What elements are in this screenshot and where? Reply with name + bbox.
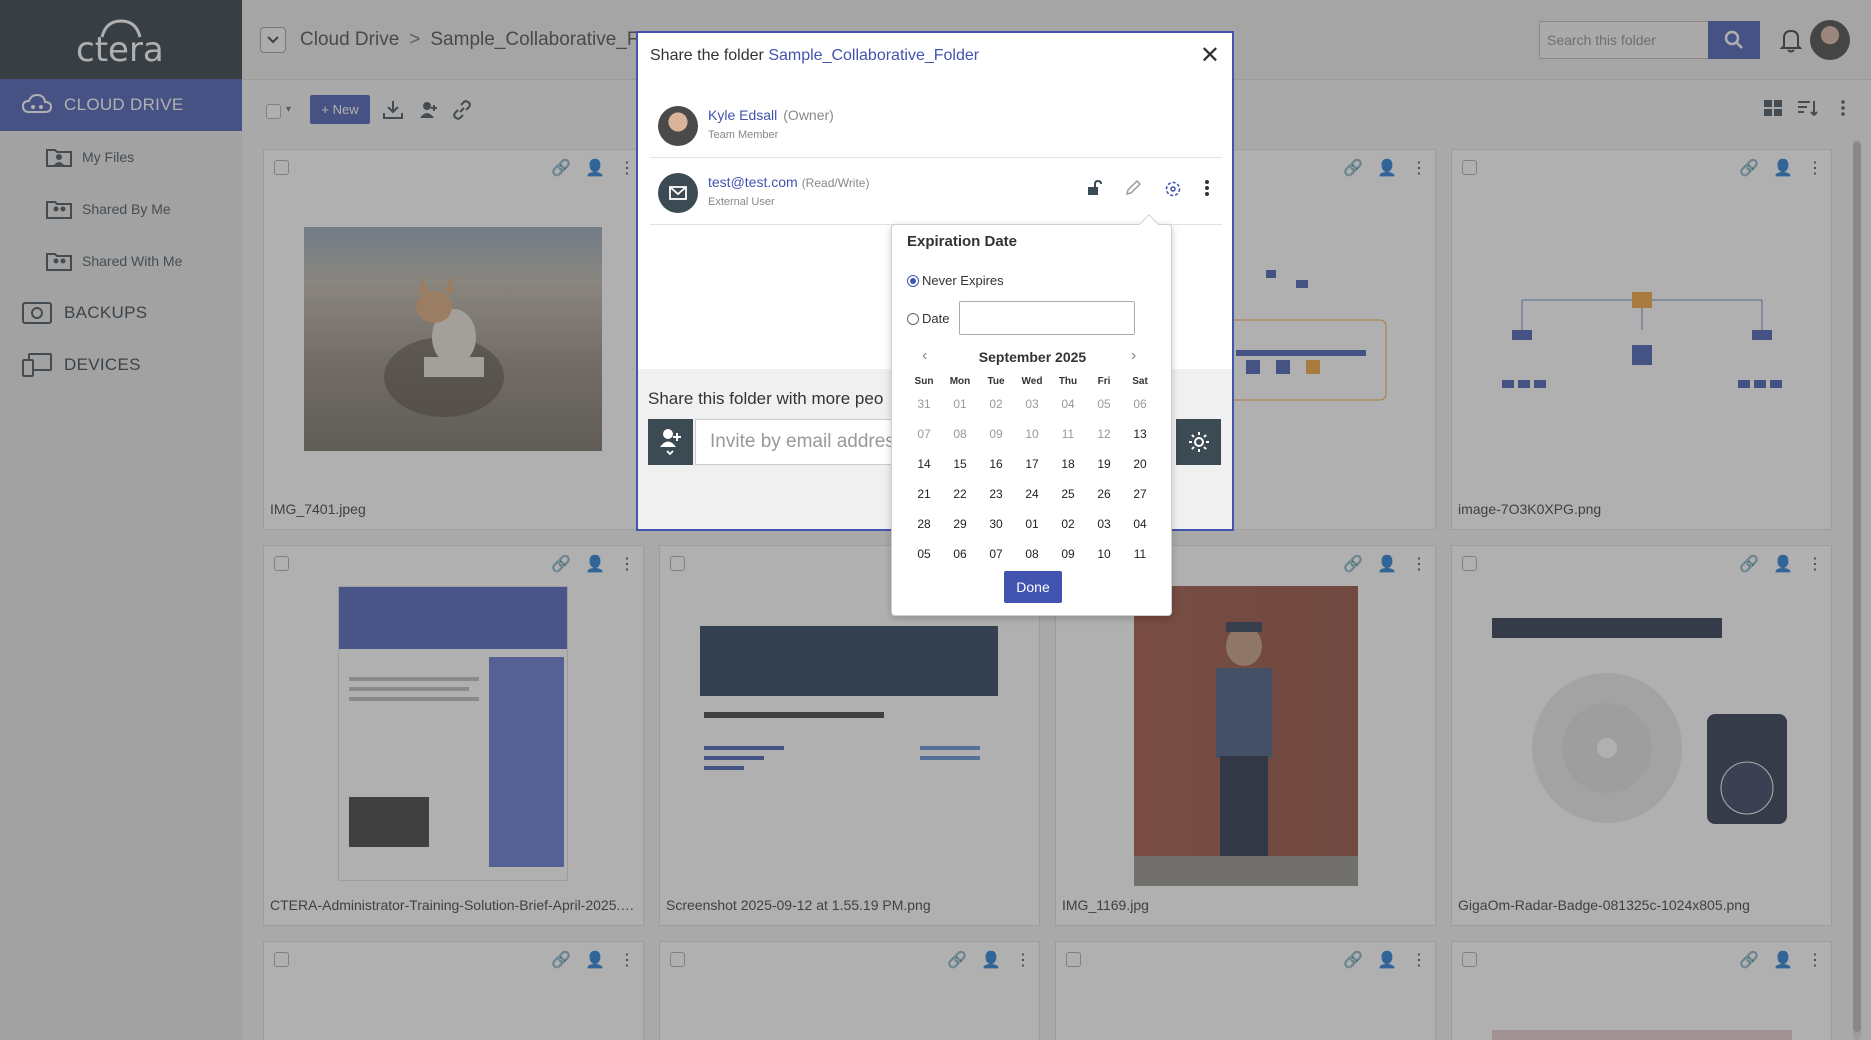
calendar-day[interactable]: 02 — [1050, 517, 1086, 531]
close-icon[interactable]: ✕ — [1200, 44, 1220, 68]
date-label: Date — [922, 311, 950, 326]
week-row: 21 22 23 24 25 26 27 — [906, 479, 1158, 509]
weekday-row: Sun Mon Tue Wed Thu Fri Sat — [906, 373, 1158, 389]
calendar-day[interactable]: 06 — [942, 547, 978, 561]
expiration-date-popover: Expiration Date Never Expires Date ‹ Sep… — [891, 214, 1173, 616]
weekday: Sat — [1132, 375, 1148, 387]
weekday: Tue — [987, 375, 1005, 387]
calendar-header: ‹ September 2025 › — [892, 347, 1173, 367]
weekday: Mon — [949, 375, 971, 387]
share-more-title: Share this folder with more peo — [648, 389, 884, 408]
member-row-owner: Kyle Edsall (Owner) Team Member — [650, 92, 1222, 158]
calendar-day[interactable]: 03 — [1086, 517, 1122, 531]
date-input[interactable] — [959, 301, 1135, 335]
calendar-day[interactable]: 08 — [1014, 547, 1050, 561]
calendar-day[interactable]: 07 — [978, 547, 1014, 561]
weekday: Wed — [1021, 375, 1043, 387]
week-row: 05 06 07 08 09 10 11 — [906, 539, 1158, 569]
calendar-day[interactable]: 18 — [1050, 457, 1086, 471]
week-row: 14 15 16 17 18 19 20 — [906, 449, 1158, 479]
calendar-day[interactable]: 24 — [1014, 487, 1050, 501]
calendar-day: 04 — [1061, 397, 1075, 411]
next-month-button[interactable]: › — [1131, 347, 1136, 365]
edit-pencil-icon[interactable] — [1124, 179, 1142, 202]
email-avatar — [658, 173, 698, 213]
weekday: Fri — [1097, 375, 1111, 387]
popover-title: Expiration Date — [907, 233, 1018, 250]
never-expires-radio[interactable] — [907, 274, 919, 287]
invite-placeholder: Invite by email address — [710, 431, 905, 452]
calendar-day[interactable]: 09 — [1050, 547, 1086, 561]
dialog-title-prefix: Share the folder — [650, 47, 764, 64]
calendar-day[interactable]: 19 — [1086, 457, 1122, 471]
calendar-day: 31 — [917, 397, 931, 411]
calendar-day[interactable]: 16 — [978, 457, 1014, 471]
member-actions — [1086, 179, 1210, 202]
add-user-icon — [659, 429, 681, 456]
calendar-day[interactable]: 13 — [1122, 427, 1158, 441]
calendar-day[interactable]: 23 — [978, 487, 1014, 501]
calendar-day: 12 — [1097, 427, 1111, 441]
never-expires-option[interactable]: Never Expires — [907, 273, 1004, 288]
calendar-day: 09 — [989, 427, 1003, 441]
lock-icon[interactable] — [1086, 179, 1102, 201]
calendar-day[interactable]: 26 — [1086, 487, 1122, 501]
invite-settings-button[interactable] — [1176, 419, 1221, 465]
mail-icon — [669, 186, 687, 200]
gear-icon — [1188, 432, 1209, 452]
calendar-day[interactable]: 15 — [942, 457, 978, 471]
done-button[interactable]: Done — [1004, 571, 1062, 603]
calendar-day: 10 — [1025, 427, 1039, 441]
invite-type-button[interactable] — [648, 419, 693, 465]
member-role: External User — [708, 196, 775, 208]
calendar-day: 03 — [1025, 397, 1039, 411]
calendar-day: 07 — [917, 427, 931, 441]
calendar-day[interactable]: 01 — [1014, 517, 1050, 531]
week-row: 31 01 02 03 04 05 06 — [906, 389, 1158, 419]
week-row: 28 29 30 01 02 03 04 — [906, 509, 1158, 539]
calendar-day[interactable]: 27 — [1122, 487, 1158, 501]
calendar-day: 05 — [1097, 397, 1111, 411]
never-expires-label: Never Expires — [922, 273, 1004, 288]
calendar-day[interactable]: 17 — [1014, 457, 1050, 471]
member-role: Team Member — [708, 129, 779, 141]
dialog-title: Share the folder Sample_Collaborative_Fo… — [650, 47, 979, 65]
timer-icon[interactable] — [1164, 179, 1182, 202]
calendar-day[interactable]: 05 — [906, 547, 942, 561]
calendar-day[interactable]: 25 — [1050, 487, 1086, 501]
calendar-day: 11 — [1061, 427, 1075, 441]
date-radio[interactable] — [907, 312, 919, 325]
calendar-day[interactable]: 10 — [1086, 547, 1122, 561]
member-permission: (Owner) — [783, 107, 834, 123]
calendar-day: 06 — [1133, 397, 1147, 411]
member-row-external: test@test.com (Read/Write) External User — [650, 159, 1222, 225]
calendar-day: 08 — [953, 427, 967, 441]
weekday: Sun — [914, 375, 934, 387]
week-row: 07 08 09 10 11 12 13 — [906, 419, 1158, 449]
calendar-day[interactable]: 20 — [1122, 457, 1158, 471]
member-name[interactable]: Kyle Edsall (Owner) — [708, 107, 834, 123]
calendar-day[interactable]: 14 — [906, 457, 942, 471]
calendar-day: 02 — [989, 397, 1003, 411]
member-permission: (Read/Write) — [801, 176, 870, 190]
weekday: Thu — [1058, 375, 1078, 387]
calendar-grid: Sun Mon Tue Wed Thu Fri Sat 31 01 02 03 … — [906, 373, 1158, 569]
calendar-day[interactable]: 04 — [1122, 517, 1158, 531]
calendar-day[interactable]: 22 — [942, 487, 978, 501]
dialog-folder-name: Sample_Collaborative_Folder — [768, 47, 980, 64]
more-options-icon[interactable] — [1204, 179, 1210, 202]
calendar-day[interactable]: 11 — [1122, 547, 1158, 561]
member-name[interactable]: test@test.com (Read/Write) — [708, 174, 869, 190]
calendar-day[interactable]: 30 — [978, 517, 1014, 531]
calendar-day[interactable]: 21 — [906, 487, 942, 501]
calendar-day[interactable]: 28 — [906, 517, 942, 531]
calendar-day: 01 — [953, 397, 967, 411]
date-option[interactable]: Date — [907, 311, 949, 326]
member-avatar — [658, 106, 698, 146]
calendar-day[interactable]: 29 — [942, 517, 978, 531]
